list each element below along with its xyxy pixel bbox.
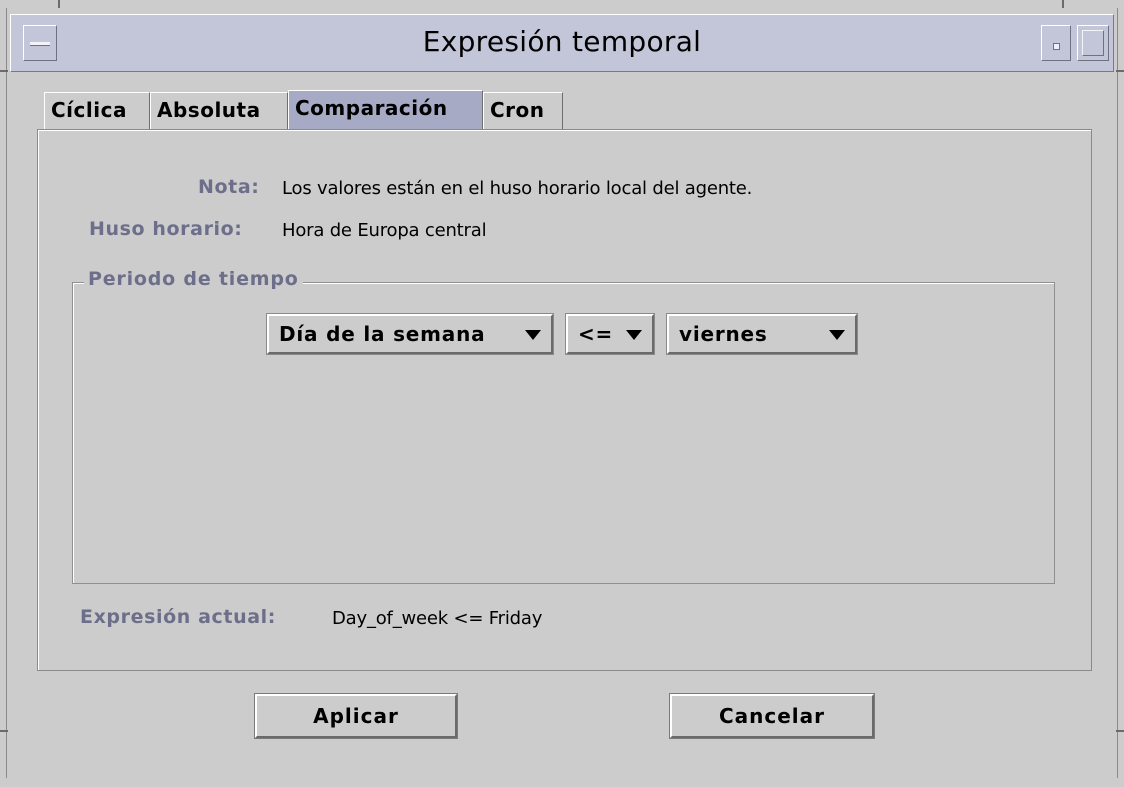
note-label: Nota:	[198, 176, 260, 198]
frame-corner-mark	[1116, 70, 1124, 72]
frame-corner-mark	[0, 70, 8, 72]
chevron-down-icon	[525, 330, 541, 340]
maximize-button[interactable]	[1077, 25, 1109, 61]
dialog-window: Expresión temporal Cíclica Absoluta Comp…	[0, 0, 1124, 787]
expression-value: Day_of_week <= Friday	[332, 608, 543, 629]
period-group-title: Periodo de tiempo	[84, 268, 303, 290]
chevron-down-icon	[626, 330, 642, 340]
cancel-button[interactable]: Cancelar	[669, 693, 875, 739]
value-select-value: viernes	[679, 322, 768, 346]
minimize-button[interactable]	[1041, 25, 1071, 61]
minimize-icon	[1053, 43, 1060, 50]
apply-button[interactable]: Aplicar	[254, 693, 458, 739]
frame-corner-mark	[1116, 730, 1124, 732]
tab-absoluta[interactable]: Absoluta	[150, 92, 288, 130]
frame-corner-mark	[1062, 0, 1064, 8]
chevron-down-icon	[829, 330, 845, 340]
expression-label: Expresión actual:	[80, 606, 276, 628]
title-bar[interactable]: Expresión temporal	[10, 14, 1114, 72]
operator-select-value: <=	[578, 322, 614, 346]
window-title: Expresión temporal	[422, 25, 702, 58]
value-select[interactable]: viernes	[666, 313, 858, 355]
field-select-value: Día de la semana	[279, 322, 486, 346]
timezone-value: Hora de Europa central	[282, 220, 487, 241]
tab-comparacion[interactable]: Comparación	[288, 90, 483, 130]
tab-cron[interactable]: Cron	[483, 92, 563, 130]
frame-corner-mark	[58, 0, 60, 8]
tab-ciclica[interactable]: Cíclica	[44, 92, 150, 130]
period-group	[72, 282, 1055, 584]
timezone-label: Huso horario:	[89, 218, 243, 240]
frame-corner-mark	[0, 730, 8, 732]
maximize-icon	[1082, 30, 1104, 56]
operator-select[interactable]: <=	[565, 313, 655, 355]
field-select[interactable]: Día de la semana	[266, 313, 554, 355]
note-value: Los valores están en el huso horario loc…	[282, 178, 753, 199]
